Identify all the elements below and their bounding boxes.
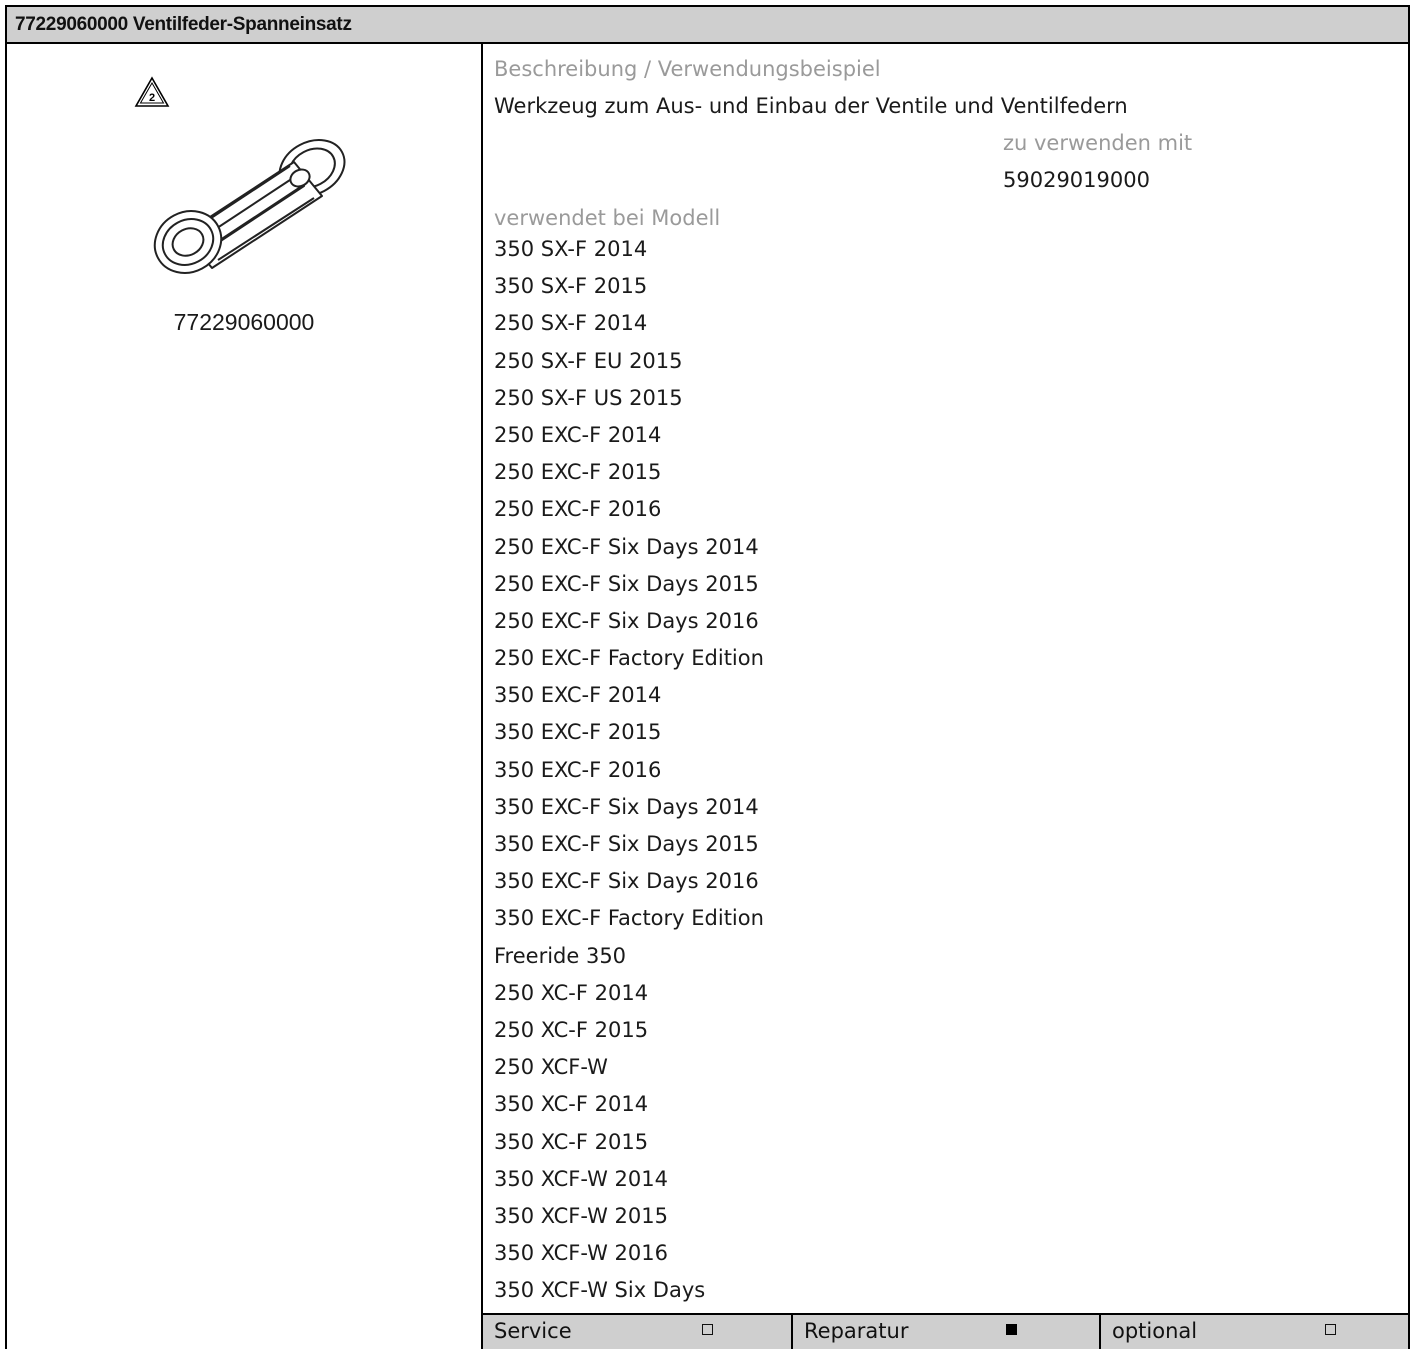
optional-label: optional (1112, 1319, 1198, 1343)
tool-sheet: 77229060000 Ventilfeder-Spanneinsatz 2 7… (5, 5, 1410, 1349)
category-footer: Service Reparatur optional (483, 1313, 1408, 1349)
model-list: 350 SX-F 2014 350 SX-F 2015 250 SX-F 201… (494, 236, 764, 1314)
optional-checkbox (1325, 1324, 1336, 1335)
info-column: Beschreibung / Verwendungsbeispiel Werkz… (483, 44, 1408, 1349)
optional-cell: optional (1099, 1315, 1408, 1349)
models-heading: verwendet bei Modell (494, 206, 721, 230)
tool-illustration (153, 139, 346, 274)
service-checkbox (702, 1324, 713, 1335)
model-item: 350 EXC-F Six Days 2015 (494, 832, 759, 856)
model-item: 250 EXC-F Six Days 2015 (494, 571, 759, 596)
model-item: 350 XC-F 2015 (494, 1129, 649, 1154)
model-item: 250 EXC-F 2016 (494, 497, 662, 522)
model-item: 250 SX-F EU 2015 (494, 348, 683, 373)
model-item: 350 SX-F 2015 (494, 274, 648, 299)
model-item: 250 EXC-F Six Days 2014 (494, 534, 759, 559)
model-item: 350 XC-F 2014 (494, 1092, 649, 1117)
page-title: 77229060000 Ventilfeder-Spanneinsatz (15, 14, 352, 35)
model-item: 250 EXC-F 2014 (494, 422, 662, 447)
model-item: 350 EXC-F Six Days 2016 (494, 869, 759, 894)
model-item: 350 EXC-F Factory Edition (494, 906, 764, 931)
title-bar: 77229060000 Ventilfeder-Spanneinsatz (7, 7, 1408, 44)
model-item: 350 EXC-F Six Days 2014 (494, 794, 759, 819)
warning-number: 2 (149, 92, 155, 104)
model-item: 350 EXC-F 2015 (494, 720, 662, 745)
model-item: 250 SX-F 2014 (494, 311, 648, 336)
model-item: 350 EXC-F 2016 (494, 757, 662, 782)
model-item: 250 SX-F US 2015 (494, 385, 683, 410)
model-item: 250 EXC-F Factory Edition (494, 646, 764, 671)
model-item: 350 SX-F 2014 (494, 237, 648, 261)
model-item: 350 XCF-W 2016 (494, 1241, 668, 1266)
model-item: 250 EXC-F Six Days 2016 (494, 608, 759, 633)
model-item: 250 XCF-W (494, 1055, 608, 1080)
model-item: Freeride 350 (494, 943, 627, 968)
model-item: 250 XC-F 2014 (494, 980, 649, 1005)
reparatur-checkbox (1006, 1324, 1017, 1335)
use-with-value: 59029019000 (1003, 168, 1150, 192)
model-item: 350 XCF-W 2014 (494, 1166, 668, 1191)
use-with-label: zu verwenden mit (1003, 131, 1193, 155)
image-column: 2 77229060000 (7, 44, 481, 1349)
reparatur-label: Reparatur (804, 1319, 909, 1343)
model-item: 250 EXC-F 2015 (494, 460, 662, 485)
description-heading: Beschreibung / Verwendungsbeispiel (494, 57, 881, 81)
description-text: Werkzeug zum Aus- und Einbau der Ventile… (494, 94, 1128, 118)
model-item: 350 EXC-F 2014 (494, 683, 662, 708)
service-cell: Service (483, 1315, 791, 1349)
warning-triangle-icon: 2 (134, 76, 170, 107)
model-item: 250 XC-F 2015 (494, 1017, 649, 1042)
service-label: Service (494, 1319, 572, 1343)
model-item: 350 XCF-W Six Days (494, 1278, 706, 1303)
reparatur-cell: Reparatur (791, 1315, 1099, 1349)
model-item: 350 XCF-W 2015 (494, 1203, 668, 1228)
part-number: 77229060000 (173, 309, 315, 335)
